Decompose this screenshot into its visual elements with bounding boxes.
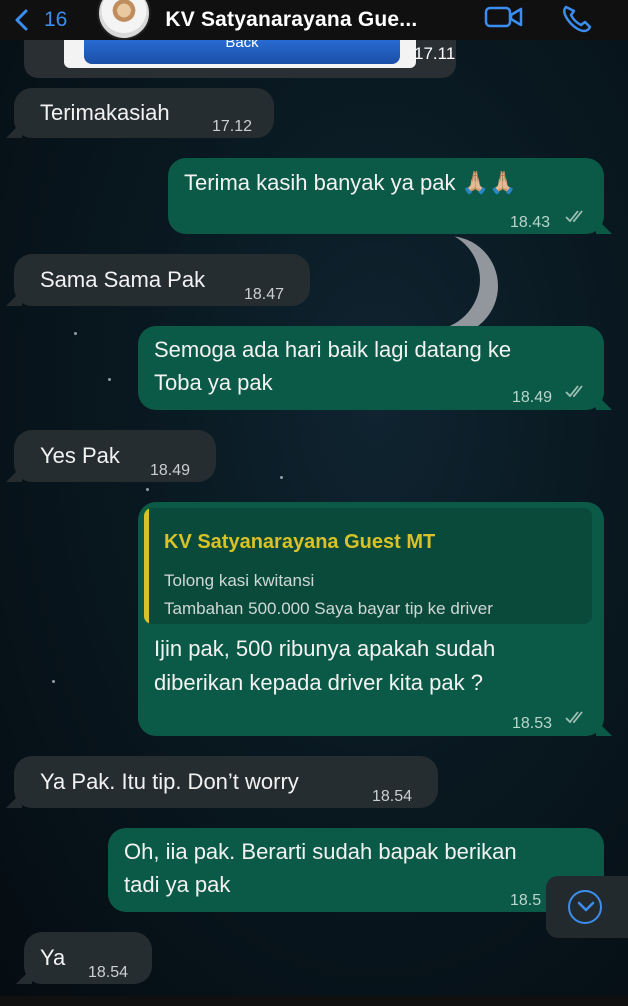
incoming-message[interactable]: Sama Sama Pak 18.47 (6, 254, 310, 306)
outgoing-message[interactable]: Semoga ada hari baik lagi datang ke Toba… (138, 326, 612, 410)
message-time: 18.54 (372, 788, 413, 805)
message-text: Sama Sama Pak (40, 267, 206, 292)
chevron-down-icon (577, 901, 595, 912)
quoted-message[interactable]: KV Satyanarayana Guest MT Tolong kasi kw… (144, 508, 592, 624)
chat-header: 16 KV Satyanarayana Gue... (0, 0, 628, 40)
quote-accent-bar (144, 508, 149, 624)
incoming-message[interactable]: Ya 18.54 (16, 932, 152, 984)
quoted-sender-name: KV Satyanarayana Guest MT (164, 531, 436, 553)
unread-count: 16 (44, 8, 68, 31)
outgoing-reply-message[interactable]: KV Satyanarayana Guest MT Tolong kasi kw… (138, 502, 612, 736)
moon-wallpaper (380, 230, 480, 330)
message-time: 17.12 (212, 118, 253, 135)
read-receipt-icon (565, 210, 583, 223)
read-receipt-icon (565, 711, 583, 724)
message-text-line-1: Oh, iia pak. Berarti sudah bapak berikan (124, 839, 517, 864)
chevron-left-icon (15, 9, 28, 31)
scroll-to-bottom-button[interactable] (546, 876, 628, 938)
star (280, 476, 283, 479)
chat-area[interactable]: Back 17.11 Terimakasiah 17.12 Terima kas… (0, 36, 628, 1006)
quoted-text-line-2: Tambahan 500.000 Saya bayar tip ke drive… (164, 599, 493, 618)
avatar[interactable] (97, 0, 152, 40)
star (52, 680, 55, 683)
message-text: Terima kasih banyak ya pak 🙏🏼🙏🏼 (184, 170, 517, 195)
message-time: 18.5 (510, 892, 542, 909)
star (108, 378, 111, 381)
message-text-line-2: diberikan kepada driver kita pak ? (154, 670, 483, 695)
read-receipt-icon (565, 385, 583, 398)
back-button[interactable]: 16 (12, 8, 67, 32)
message-text: Yes Pak (40, 443, 120, 468)
message-text-line-1: Ijin pak, 500 ribunya apakah sudah (154, 636, 496, 661)
phone-call-icon[interactable] (560, 4, 594, 34)
incoming-message[interactable]: Ya Pak. Itu tip. Don’t worry 18.54 (6, 756, 438, 808)
star (74, 332, 77, 335)
image-message[interactable]: Back 17.11 (24, 36, 456, 78)
contact-name[interactable]: KV Satyanarayana Gue... (165, 8, 417, 32)
message-time: 18.43 (510, 214, 551, 231)
outgoing-message[interactable]: Terima kasih banyak ya pak 🙏🏼🙏🏼 18.43 (168, 158, 612, 234)
star (146, 488, 149, 491)
message-text-line-1: Semoga ada hari baik lagi datang ke (154, 337, 512, 362)
incoming-message[interactable]: Terimakasiah 17.12 (6, 88, 274, 138)
message-time: 18.49 (512, 389, 553, 406)
message-time: 18.54 (88, 964, 129, 981)
bottom-bar (0, 996, 628, 1006)
message-time: 18.53 (512, 715, 553, 732)
incoming-message[interactable]: Yes Pak 18.49 (6, 430, 216, 482)
message-text-line-2: tadi ya pak (124, 872, 231, 897)
message-text-line-2: Toba ya pak (154, 370, 273, 395)
outgoing-message[interactable]: Oh, iia pak. Berarti sudah bapak berikan… (108, 828, 612, 912)
message-time: 18.47 (244, 286, 285, 303)
message-text: Ya Pak. Itu tip. Don’t worry (40, 769, 299, 794)
image-thumbnail: Back (64, 36, 416, 68)
message-text: Terimakasiah (40, 100, 170, 125)
message-text: Ya (40, 945, 66, 970)
message-time: 17.11 (414, 44, 456, 63)
message-time: 18.49 (150, 462, 191, 479)
image-back-label: Back (84, 36, 400, 64)
video-call-icon[interactable] (484, 4, 524, 32)
